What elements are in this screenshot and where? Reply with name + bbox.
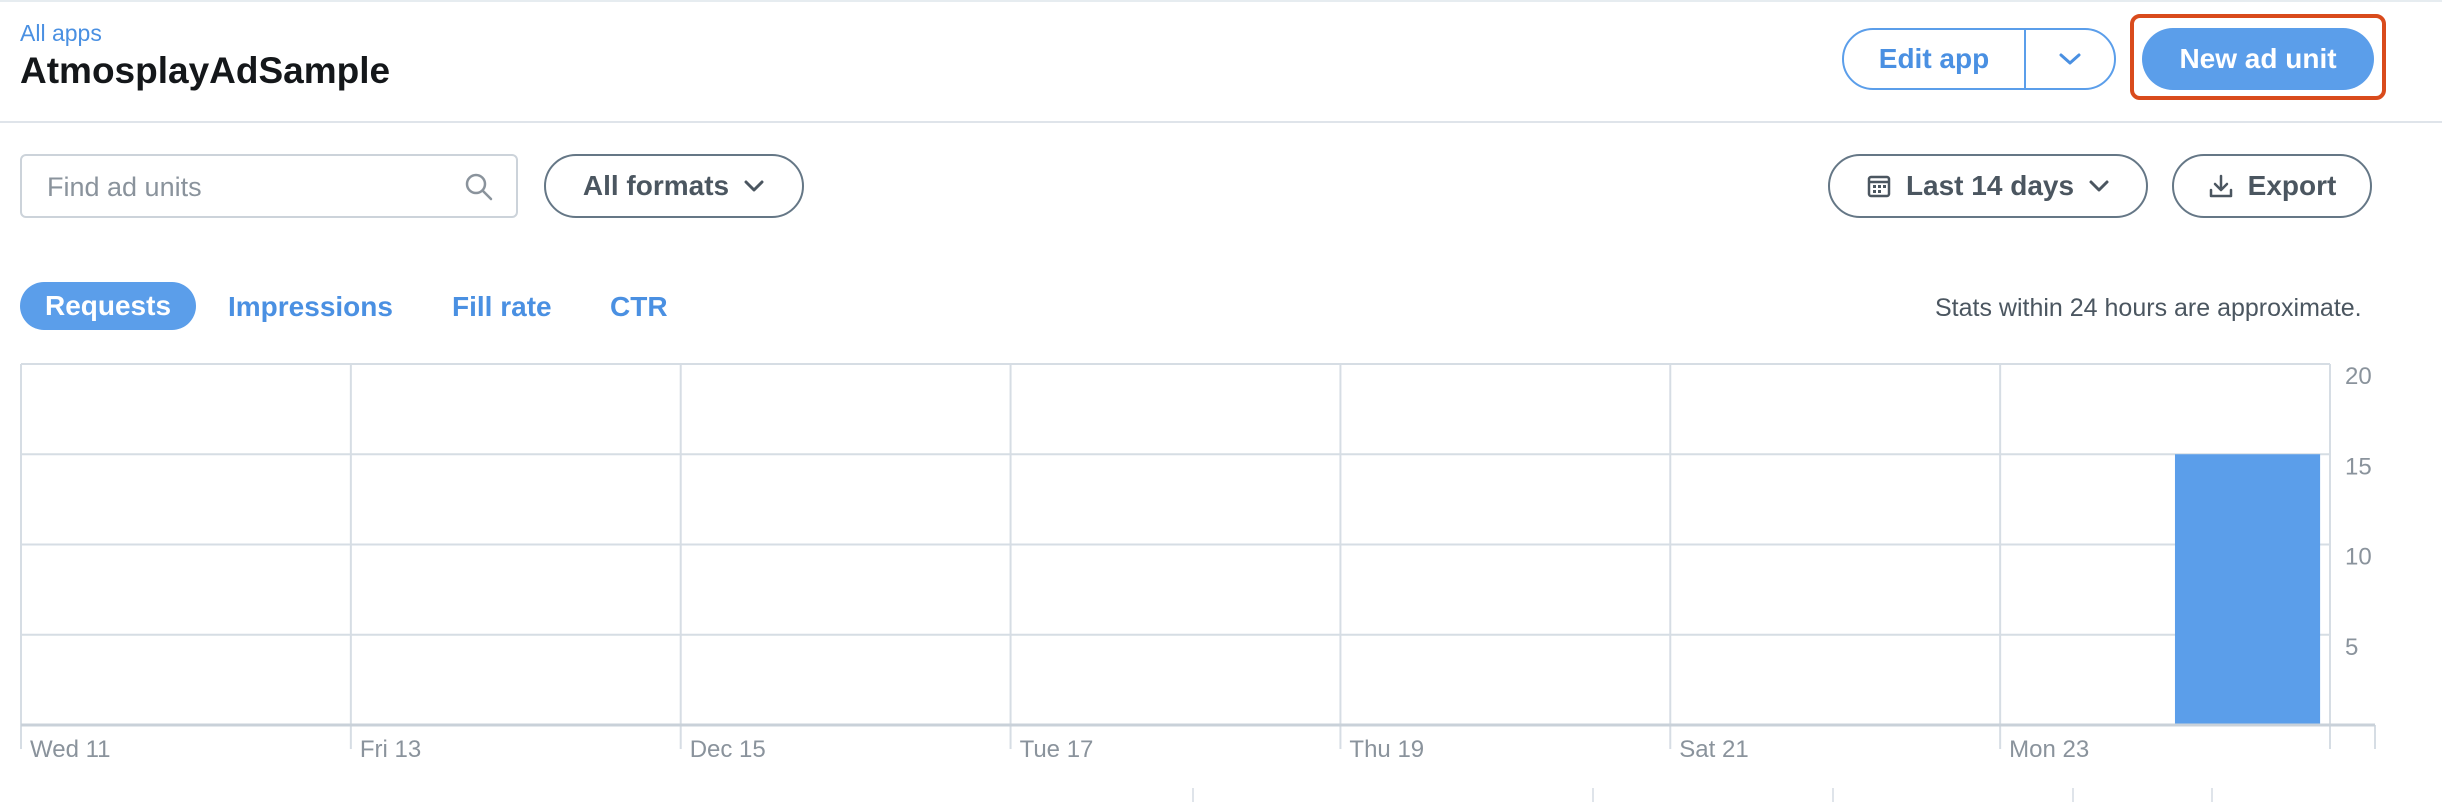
chevron-down-icon <box>2059 53 2081 65</box>
x-tick-label: Fri 13 <box>360 736 421 763</box>
edit-app-button[interactable]: Edit app <box>1844 30 2024 88</box>
tab-fill-rate[interactable]: Fill rate <box>452 291 552 323</box>
edit-app-menu-button[interactable] <box>2026 30 2114 88</box>
y-tick-label: 15 <box>2345 453 2372 480</box>
formats-label: All formats <box>582 170 730 201</box>
formats-dropdown[interactable]: All formats <box>544 154 804 218</box>
chevron-down-icon <box>2089 180 2109 192</box>
x-tick-label: Tue 17 <box>1020 736 1094 763</box>
export-label: Export <box>2247 170 2337 201</box>
search-input[interactable]: Find ad units <box>20 154 518 218</box>
y-tick-label: 5 <box>2345 634 2358 661</box>
download-icon <box>2209 174 2232 198</box>
y-tick-label: 20 <box>2345 363 2372 390</box>
table-header-dividers <box>1192 788 2213 802</box>
export-button[interactable]: Export <box>2172 154 2372 218</box>
date-range-label: Last 14 days <box>1905 170 2075 201</box>
tab-requests[interactable]: Requests <box>20 282 196 330</box>
bar-tue-24 <box>2174 454 2321 725</box>
date-range-dropdown[interactable]: Last 14 days <box>1828 154 2148 218</box>
all-apps-link[interactable]: All apps <box>20 20 102 47</box>
y-tick-label: 10 <box>2345 544 2372 571</box>
top-border <box>0 0 2442 2</box>
x-tick-label: Mon 23 <box>2009 736 2089 763</box>
x-tick-label: Sat 21 <box>1679 736 1748 763</box>
edit-app-group: Edit app <box>1842 28 2116 90</box>
tab-impressions[interactable]: Impressions <box>228 291 393 323</box>
search-placeholder: Find ad units <box>47 172 202 202</box>
search-icon <box>465 173 493 201</box>
tab-ctr[interactable]: CTR <box>610 291 668 323</box>
x-tick-label: Wed 11 <box>30 736 111 763</box>
stats-note: Stats within 24 hours are approximate. <box>1935 294 2362 322</box>
chevron-down-icon <box>744 180 764 192</box>
requests-chart: 5 10 15 20 Wed 11 Fri 13 Dec 15 Tue 17 Thu 19 Sat… <box>20 363 2376 763</box>
header-divider <box>0 121 2442 123</box>
app-title: AtmosplayAdSample <box>20 50 391 91</box>
x-tick-label: Thu 19 <box>1349 736 1424 763</box>
new-ad-unit-button[interactable]: New ad unit <box>2142 28 2374 90</box>
x-tick-label: Dec 15 <box>690 736 766 763</box>
calendar-icon <box>1867 175 1891 198</box>
